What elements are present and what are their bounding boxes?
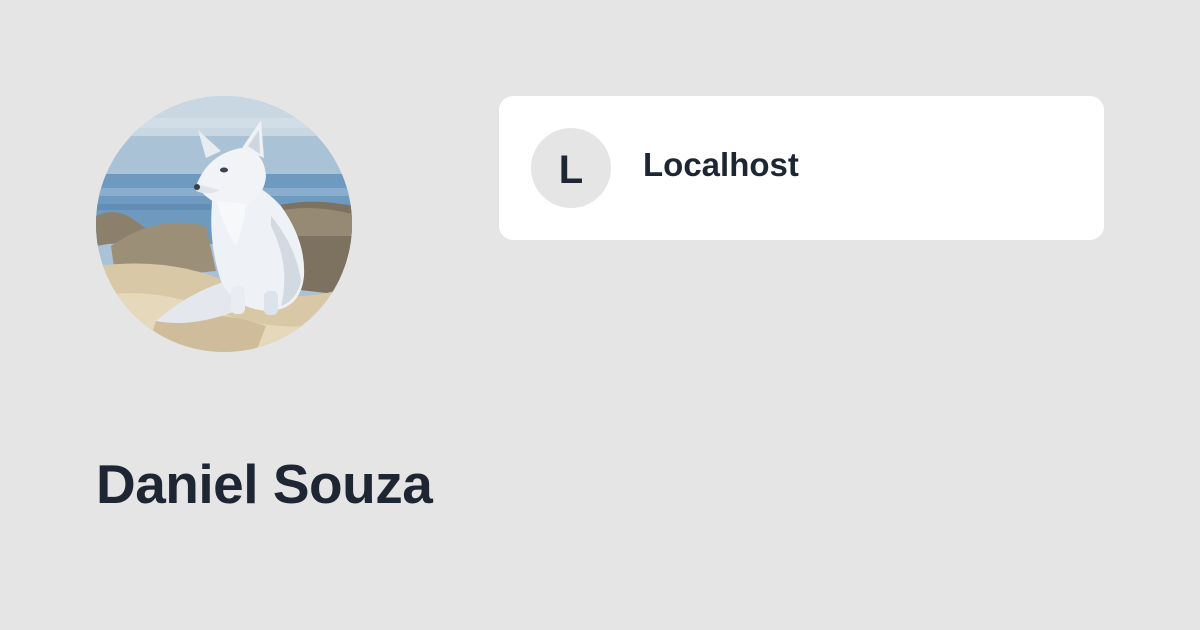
instance-title: Localhost	[643, 146, 799, 183]
profile-avatar	[96, 96, 352, 352]
profile-name: Daniel Souza	[96, 453, 433, 515]
arctic-fox-image	[96, 96, 352, 352]
instance-initial-avatar: L	[531, 128, 611, 208]
instance-card[interactable]: L Localhost	[499, 96, 1104, 240]
